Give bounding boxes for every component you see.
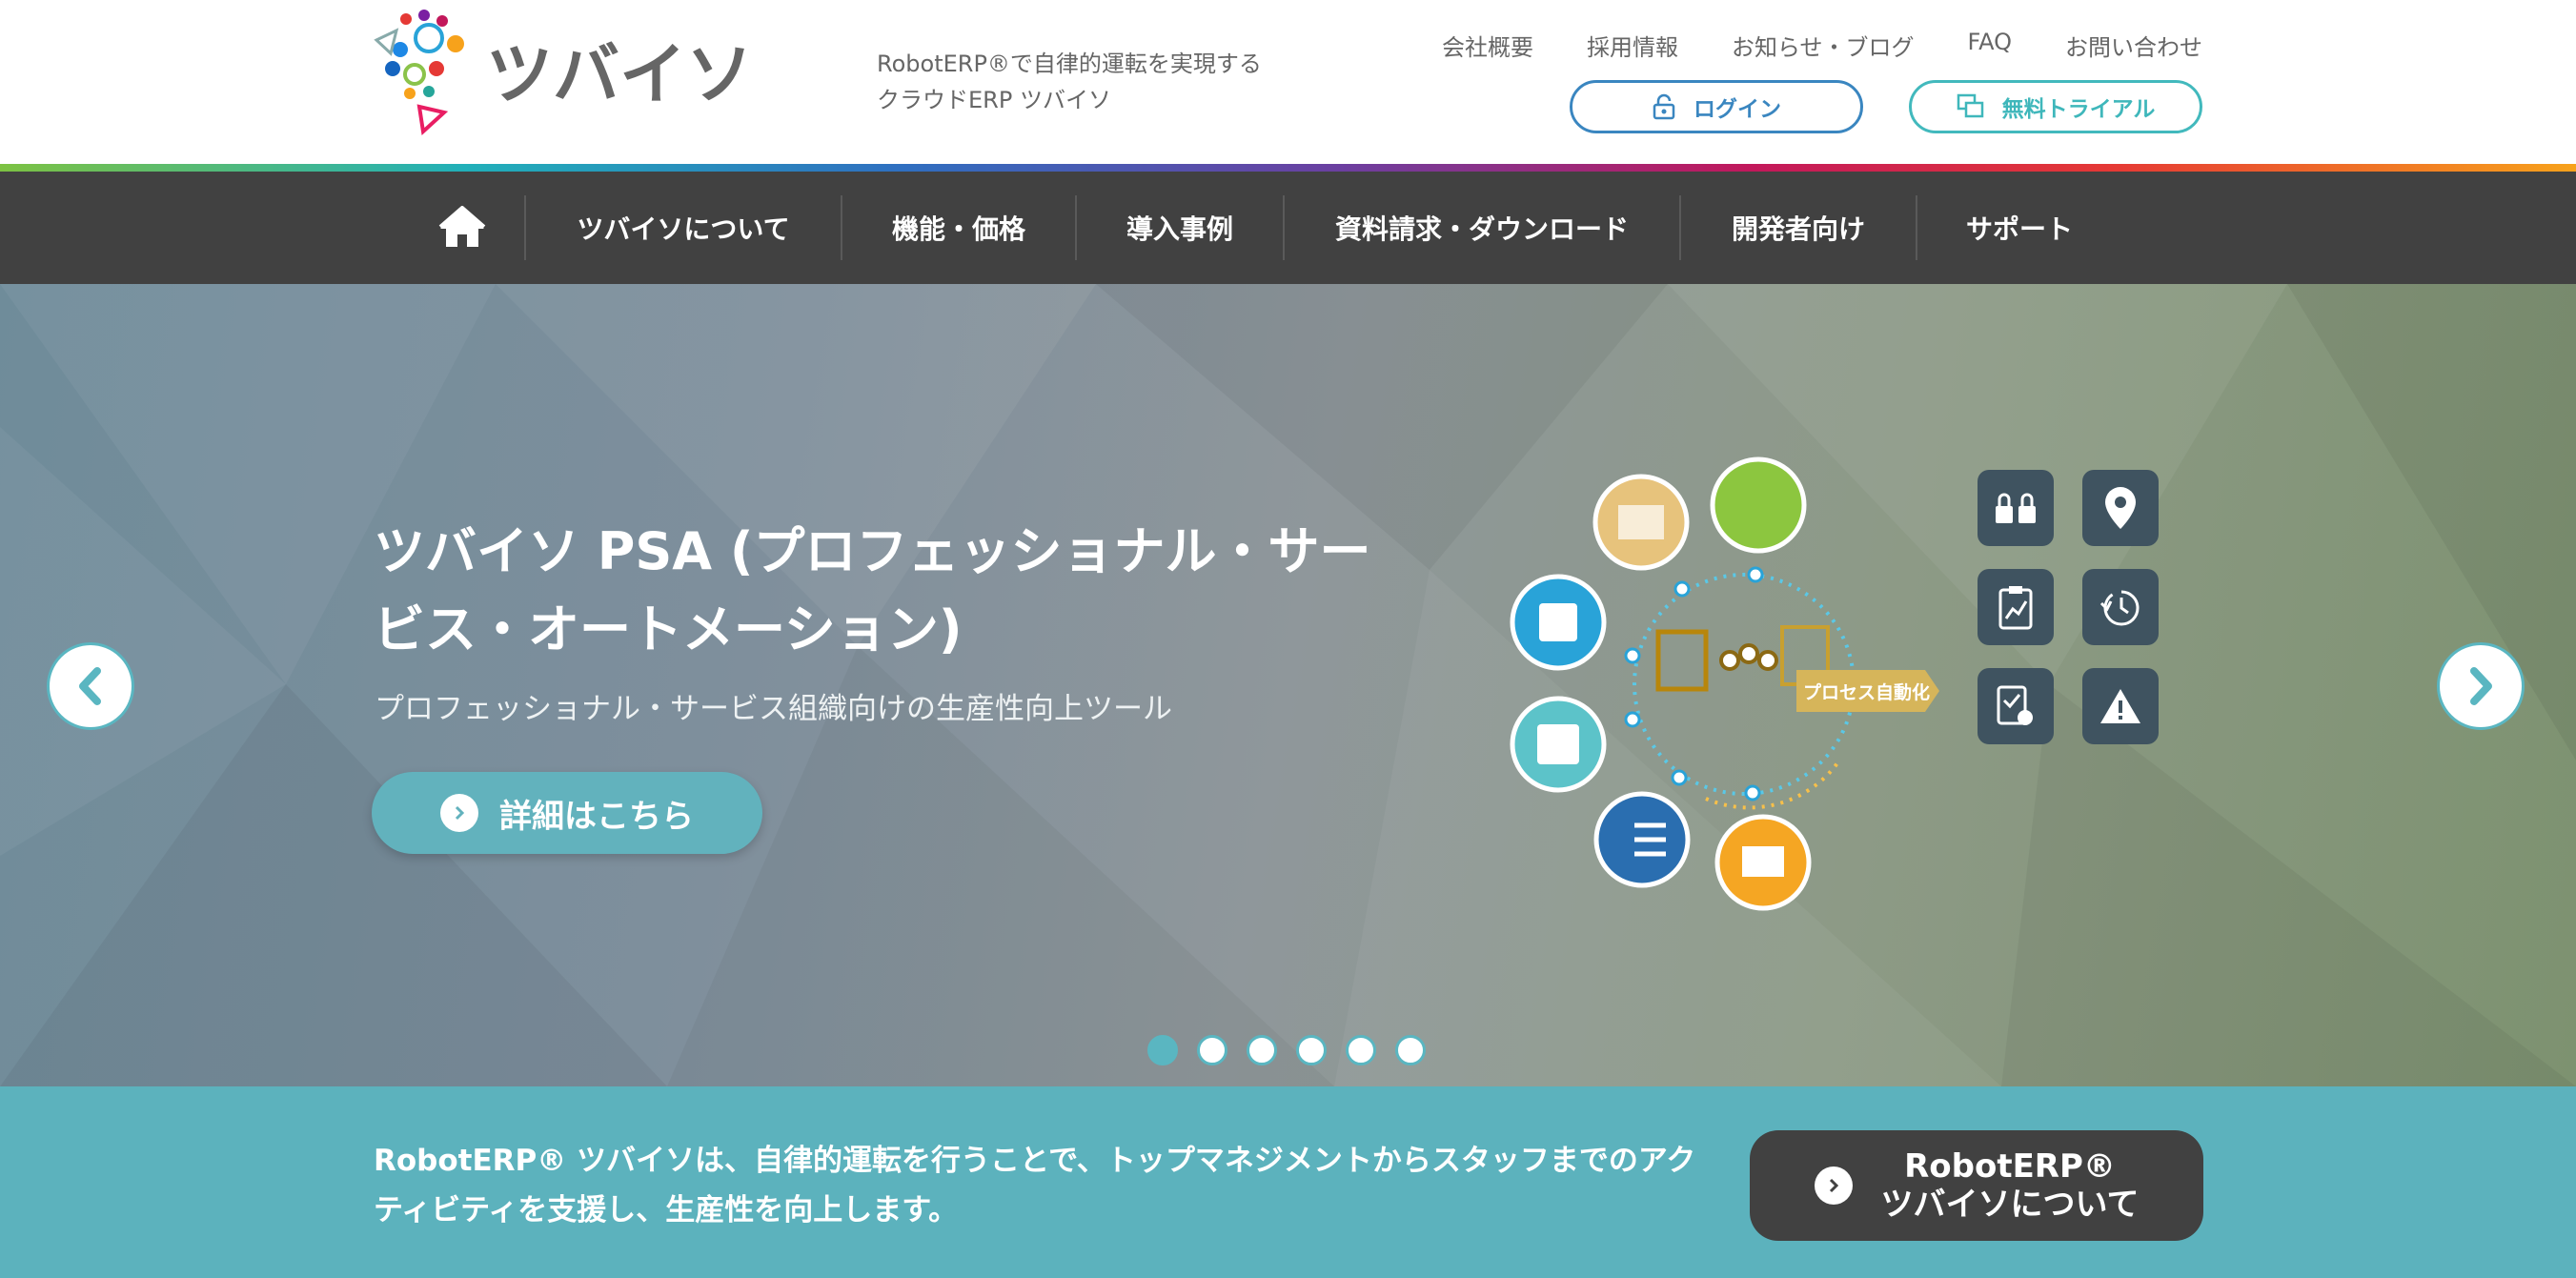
carousel-prev-button[interactable] — [47, 642, 134, 730]
about-roboterp-button[interactable]: RobotERP® ツバイソについて — [1750, 1130, 2203, 1241]
padlocks-icon — [1978, 470, 2054, 546]
login-button[interactable]: ログイン — [1570, 80, 1863, 133]
about-button-line-2: ツバイソについて — [1880, 1186, 2140, 1224]
trial-label: 無料トライアル — [2001, 97, 2156, 122]
nav-downloads[interactable]: 資料請求・ダウンロード — [1285, 172, 1679, 284]
process-automation-tag: プロセス自動化 — [1803, 681, 1930, 703]
clock-history-icon — [2082, 569, 2159, 645]
free-trial-button[interactable]: 無料トライアル — [1909, 80, 2202, 133]
main-nav: ツバイソについて 機能・価格 導入事例 資料請求・ダウンロード 開発者向け サポ… — [0, 172, 2576, 284]
location-pin-icon — [2082, 470, 2159, 546]
svg-text:ツバイソ: ツバイソ — [486, 37, 753, 112]
site-header: ツバイソ RobotERP®で自律的運転を実現する クラウドERP ツバイソ 会… — [0, 0, 2576, 166]
carousel-dot-5[interactable] — [1346, 1035, 1376, 1065]
windows-icon — [1957, 93, 1983, 118]
link-news-blog[interactable]: お知らせ・ブログ — [1732, 29, 1915, 62]
site-tagline: RobotERP®で自律的運転を実現する クラウドERP ツバイソ — [877, 46, 1262, 118]
nav-developers[interactable]: 開発者向け — [1681, 172, 1916, 284]
clipboard-chart-icon — [1978, 569, 2054, 645]
home-icon — [438, 206, 486, 247]
warning-icon — [2082, 668, 2159, 744]
nav-features-pricing[interactable]: 機能・価格 — [842, 172, 1075, 284]
site-logo[interactable]: ツバイソ — [372, 10, 829, 138]
carousel-dot-2[interactable] — [1197, 1035, 1227, 1065]
chevron-left-icon — [79, 667, 101, 705]
hero-title: ツバイソ PSA (プロフェッショナル・サービス・オートメーション) — [374, 521, 1371, 659]
intro-band: RobotERP® ツバイソは、自律的運転を行うことで、トップマネジメントからス… — [0, 1086, 2576, 1278]
link-contact[interactable]: お問い合わせ — [2065, 29, 2202, 62]
details-button[interactable]: 詳細はこちら — [372, 772, 762, 854]
tagline-line-2: クラウドERP ツバイソ — [877, 87, 1111, 113]
hero-carousel: ツバイソ PSA (プロフェッショナル・サービス・オートメーション) プロフェッ… — [0, 284, 2576, 1086]
rainbow-divider — [0, 164, 2576, 172]
carousel-next-button[interactable] — [2437, 642, 2525, 730]
lock-icon — [1653, 93, 1675, 120]
about-button-line-1: RobotERP® — [1904, 1147, 2116, 1186]
feature-icon-grid — [1978, 470, 2159, 744]
link-recruit[interactable]: 採用情報 — [1587, 29, 1678, 62]
carousel-dot-1[interactable] — [1147, 1035, 1178, 1065]
hero-subtitle: プロフェッショナル・サービス組織向けの生産性向上ツール — [375, 692, 1172, 726]
intro-text: RobotERP® ツバイソは、自律的運転を行うことで、トップマネジメントからス… — [374, 1144, 1696, 1227]
top-links: 会社概要 採用情報 お知らせ・ブログ FAQ お問い合わせ — [1442, 29, 2202, 62]
link-faq[interactable]: FAQ — [1968, 29, 2013, 62]
details-button-label: 詳細はこちら — [499, 797, 694, 836]
link-company[interactable]: 会社概要 — [1442, 29, 1533, 62]
chevron-right-circle-icon — [440, 794, 478, 832]
nav-case-studies[interactable]: 導入事例 — [1077, 172, 1283, 284]
process-automation-illustration: プロセス自動化 — [1510, 456, 1939, 911]
carousel-dot-6[interactable] — [1395, 1035, 1426, 1065]
logo-mark-icon: ツバイソ — [374, 10, 753, 135]
chevron-right-circle-icon — [1814, 1166, 1853, 1205]
carousel-dot-3[interactable] — [1247, 1035, 1277, 1065]
certificate-check-icon — [1978, 668, 2054, 744]
nav-support[interactable]: サポート — [1917, 172, 2121, 284]
chevron-right-icon — [2470, 667, 2492, 705]
carousel-dot-4[interactable] — [1296, 1035, 1327, 1065]
nav-home[interactable] — [400, 172, 524, 284]
login-label: ログイン — [1694, 97, 1781, 122]
carousel-dots — [1147, 1035, 1426, 1065]
tagline-line-1: RobotERP®で自律的運転を実現する — [877, 51, 1262, 77]
nav-about[interactable]: ツバイソについて — [526, 172, 841, 284]
